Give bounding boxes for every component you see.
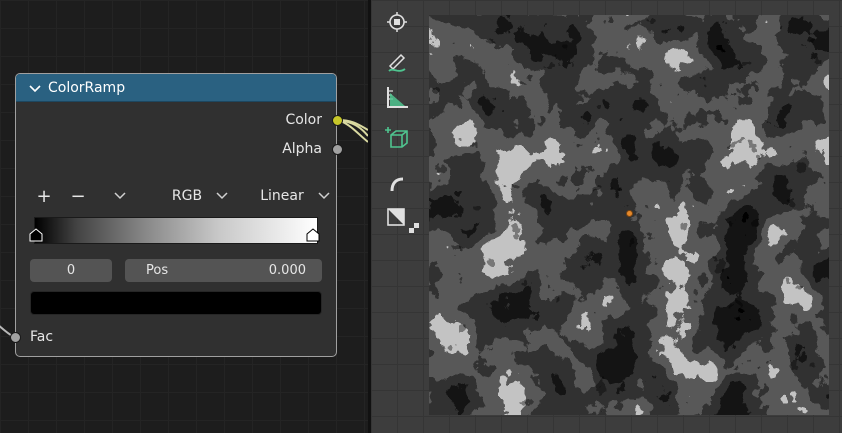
node-header[interactable]: ColorRamp [16, 74, 336, 102]
measure-tool-icon [387, 87, 408, 108]
checker-corner-icon [409, 223, 419, 233]
chevron-down-icon [318, 192, 330, 200]
add-cube-tool-icon [385, 127, 408, 148]
color-stop-handle[interactable] [29, 228, 43, 242]
ramp-toolbar: + − RGB Linear [30, 184, 330, 208]
position-field[interactable]: Pos 0.000 [125, 259, 322, 282]
input-fac-label: Fac [30, 329, 54, 345]
chevron-down-icon[interactable] [27, 80, 43, 96]
color-mode-select[interactable]: RGB [150, 184, 250, 208]
object-origin[interactable] [626, 210, 633, 217]
position-value: 0.000 [268, 263, 306, 278]
chevron-down-icon [114, 192, 126, 200]
transform-tool-button[interactable] [381, 203, 419, 233]
chevron-down-icon [216, 192, 228, 200]
node-editor[interactable]: ColorRamp Color Alpha + − RGB Linear 0 P… [0, 0, 368, 433]
interpolation-value: Linear [260, 188, 304, 204]
color-mode-value: RGB [171, 188, 203, 204]
color-ramp-gradient[interactable] [34, 217, 318, 244]
stop-specials-menu[interactable] [110, 184, 130, 208]
colorramp-node[interactable]: ColorRamp Color Alpha + − RGB Linear 0 P… [10, 73, 343, 357]
output-alpha-label: Alpha [282, 141, 322, 157]
color-stop-handle[interactable] [306, 228, 320, 242]
cursor-tool-icon [387, 12, 407, 32]
output-color-socket[interactable] [332, 115, 343, 126]
annotate-tool-button[interactable] [381, 47, 413, 77]
add-cube-tool-button[interactable] [381, 123, 413, 153]
position-label: Pos [146, 263, 169, 278]
interpolation-select[interactable]: Linear [250, 184, 340, 208]
remove-stop-button[interactable]: − [68, 184, 88, 208]
output-alpha-socket[interactable] [332, 144, 343, 155]
transform-tool-icon [387, 208, 405, 226]
3d-viewport[interactable] [371, 0, 842, 433]
measure-tool-button[interactable] [381, 83, 413, 113]
curve-tool-icon [390, 177, 404, 192]
node-title: ColorRamp [48, 79, 126, 96]
output-color-label: Color [285, 112, 322, 128]
curve-tool-button[interactable] [381, 169, 413, 199]
stop-index-field[interactable]: 0 [30, 259, 112, 282]
stop-color-swatch[interactable] [30, 291, 322, 315]
add-stop-button[interactable]: + [34, 184, 54, 208]
input-fac-socket[interactable] [10, 332, 21, 343]
cursor-tool-button[interactable] [381, 7, 413, 37]
annotate-tool-icon [388, 53, 406, 72]
